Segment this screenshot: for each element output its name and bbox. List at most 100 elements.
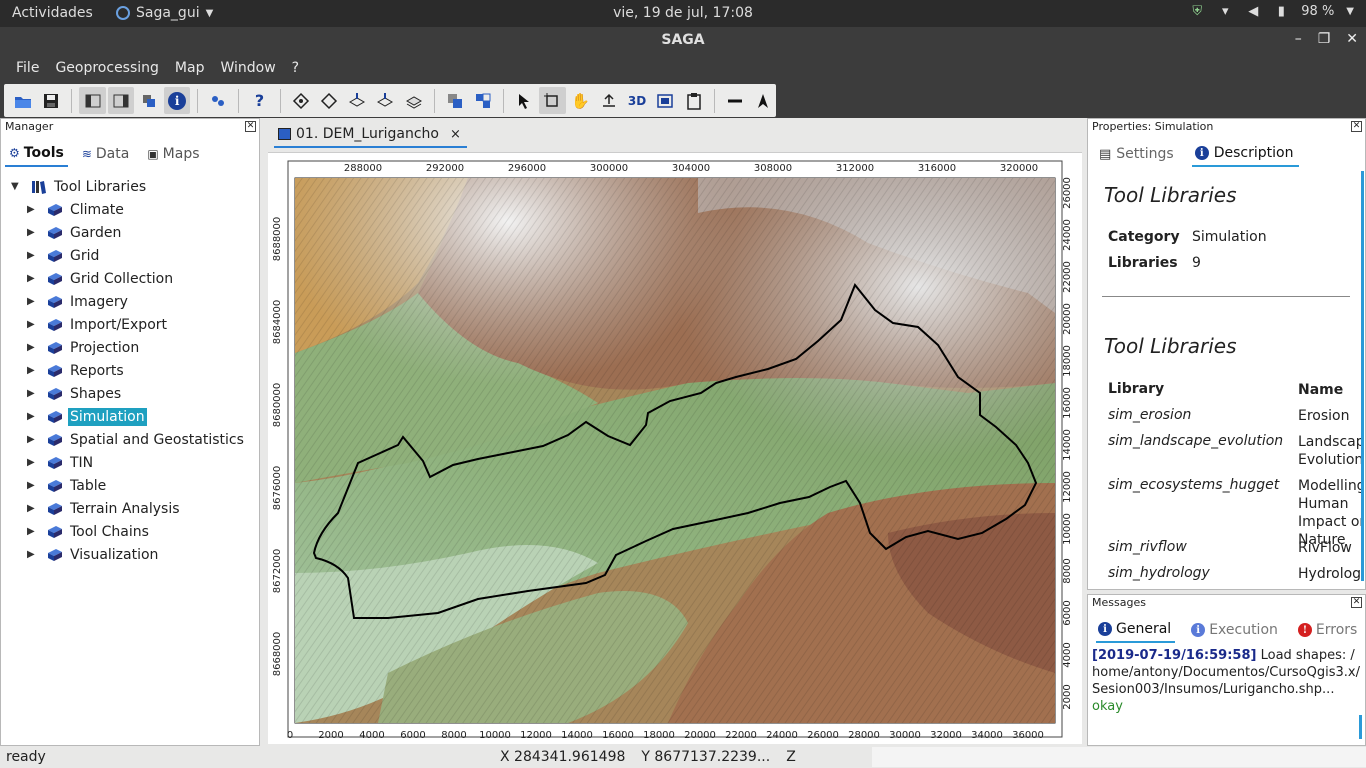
expand-arrow-icon[interactable]: ▶: [27, 457, 39, 468]
tab-description[interactable]: i Description: [1191, 145, 1300, 167]
zoom-back-icon[interactable]: [316, 87, 342, 114]
zoom-tool-icon[interactable]: [539, 87, 566, 114]
tree-item-spatial-and-geostatistics[interactable]: ▶ Spatial and Geostatistics: [11, 428, 246, 451]
info-icon[interactable]: i: [164, 87, 191, 114]
tab-execution[interactable]: i Execution: [1189, 621, 1282, 643]
expand-arrow-icon[interactable]: ▶: [27, 526, 39, 537]
tree-item-simulation[interactable]: ▶ Simulation: [11, 405, 246, 428]
pan-zoom-icon[interactable]: [596, 87, 622, 114]
collapse-arrow-icon[interactable]: ▼: [11, 181, 23, 192]
expand-arrow-icon[interactable]: ▶: [27, 480, 39, 491]
layer-down-icon[interactable]: [372, 87, 398, 114]
tab-data[interactable]: ≋ Data: [78, 145, 134, 167]
library-name: Hydrology: [1298, 566, 1362, 582]
tab-settings[interactable]: ▤ Settings: [1096, 145, 1180, 167]
expand-arrow-icon[interactable]: ▶: [27, 250, 39, 261]
expand-arrow-icon[interactable]: ▶: [27, 342, 39, 353]
map-canvas[interactable]: 288000 292000 296000 300000 304000 308000 3120…: [268, 153, 1082, 745]
north-arrow-icon[interactable]: [750, 87, 776, 114]
close-tab-icon[interactable]: ×: [450, 127, 461, 142]
menu-map[interactable]: Map: [167, 60, 213, 76]
expand-arrow-icon[interactable]: ▶: [27, 319, 39, 330]
pointer-icon[interactable]: [511, 87, 537, 114]
scale-bar-icon[interactable]: [722, 87, 748, 114]
tree-item-terrain-analysis[interactable]: ▶ Terrain Analysis: [11, 497, 246, 520]
wifi-icon[interactable]: ▾: [1217, 4, 1233, 19]
library-id: sim_rivflow: [1108, 539, 1187, 555]
zoom-full-icon[interactable]: [288, 87, 314, 114]
tools-icon[interactable]: [205, 87, 231, 114]
expand-arrow-icon[interactable]: ▶: [27, 411, 39, 422]
tree-item-projection[interactable]: ▶ Projection: [11, 336, 246, 359]
map-window: 01. DEM_Lurigancho × 288000 292000 29600…: [266, 118, 1084, 746]
tab-general[interactable]: i General: [1096, 621, 1176, 643]
tab-maps[interactable]: ▣ Maps: [143, 145, 203, 167]
library-book-icon: [47, 295, 63, 309]
tree-item-tool-chains[interactable]: ▶ Tool Chains: [11, 520, 246, 543]
tree-item-imagery[interactable]: ▶ Imagery: [11, 290, 246, 313]
expand-arrow-icon[interactable]: ▶: [27, 434, 39, 445]
tree-item-reports[interactable]: ▶ Reports: [11, 359, 246, 382]
messages-scrollbar[interactable]: [1359, 715, 1362, 739]
chevron-down-icon[interactable]: ▼: [1346, 6, 1354, 17]
map-frame[interactable]: 288000 292000 296000 300000 304000 308000 3120…: [268, 152, 1082, 744]
tree-item-shapes[interactable]: ▶ Shapes: [11, 382, 246, 405]
expand-arrow-icon[interactable]: ▶: [27, 273, 39, 284]
3d-view-icon[interactable]: 3D: [624, 87, 650, 114]
manager-close-button[interactable]: ✕: [245, 121, 256, 132]
expand-arrow-icon[interactable]: ▶: [27, 204, 39, 215]
tree-item-tin[interactable]: ▶ TIN: [11, 451, 246, 474]
map-sync-icon[interactable]: [470, 87, 496, 114]
help-icon[interactable]: ?: [246, 87, 272, 114]
divider: [1102, 296, 1350, 297]
close-button[interactable]: ✕: [1346, 31, 1358, 47]
tree-item-grid[interactable]: ▶ Grid: [11, 244, 246, 267]
tree-item-climate[interactable]: ▶ Climate: [11, 198, 246, 221]
restore-button[interactable]: ❐: [1318, 31, 1331, 47]
minimize-button[interactable]: –: [1295, 31, 1302, 47]
tab-errors[interactable]: ! Errors: [1296, 621, 1361, 643]
open-icon[interactable]: [10, 87, 36, 114]
tree-item-garden[interactable]: ▶ Garden: [11, 221, 246, 244]
shield-icon[interactable]: ⛨: [1189, 4, 1205, 19]
expand-arrow-icon[interactable]: ▶: [27, 296, 39, 307]
properties-toggle-icon[interactable]: [107, 87, 134, 114]
expand-arrow-icon[interactable]: ▶: [27, 503, 39, 514]
tree-item-grid-collection[interactable]: ▶ Grid Collection: [11, 267, 246, 290]
expand-arrow-icon[interactable]: ▶: [27, 549, 39, 560]
map-tab[interactable]: 01. DEM_Lurigancho ×: [274, 122, 467, 148]
messages-close-button[interactable]: ✕: [1351, 597, 1362, 608]
volume-icon[interactable]: ◀: [1245, 4, 1261, 19]
copy-map-icon[interactable]: [442, 87, 468, 114]
properties-scrollbar[interactable]: [1361, 171, 1364, 581]
library-book-icon: [47, 456, 63, 470]
manager-toggle-icon[interactable]: [79, 87, 106, 114]
properties-close-button[interactable]: ✕: [1351, 121, 1362, 132]
activities-button[interactable]: Actividades: [12, 5, 93, 21]
expand-arrow-icon[interactable]: ▶: [27, 227, 39, 238]
layers-icon[interactable]: [401, 87, 427, 114]
data-source-icon[interactable]: [136, 87, 162, 114]
menu-geoprocessing[interactable]: Geoprocessing: [47, 60, 166, 76]
clipboard-icon[interactable]: [680, 87, 706, 114]
pan-hand-icon[interactable]: ✋: [568, 87, 594, 114]
messages-panel: Messages ✕ i General i Execution ! Error…: [1087, 594, 1366, 746]
app-menu-button[interactable]: Saga_gui ▼: [116, 5, 213, 21]
menu-file[interactable]: File: [8, 60, 47, 76]
expand-arrow-icon[interactable]: ▶: [27, 365, 39, 376]
layout-icon[interactable]: [652, 87, 678, 114]
clock[interactable]: vie, 19 de jul, 17:08: [613, 5, 753, 21]
menu-help[interactable]: ?: [284, 60, 307, 76]
tab-tools[interactable]: ⚙ Tools: [5, 145, 68, 167]
save-icon[interactable]: [38, 87, 64, 114]
tree-item-import-export[interactable]: ▶ Import/Export: [11, 313, 246, 336]
layer-up-icon[interactable]: [344, 87, 370, 114]
tree-item-table[interactable]: ▶ Table: [11, 474, 246, 497]
library-id: sim_hydrology: [1108, 565, 1210, 581]
menu-window[interactable]: Window: [212, 60, 283, 76]
tree-root[interactable]: ▼ Tool Libraries: [11, 175, 246, 198]
battery-icon[interactable]: ▮: [1273, 4, 1289, 19]
expand-arrow-icon[interactable]: ▶: [27, 388, 39, 399]
tree-item-visualization[interactable]: ▶ Visualization: [11, 543, 246, 566]
battery-level[interactable]: 98 %: [1301, 4, 1334, 19]
